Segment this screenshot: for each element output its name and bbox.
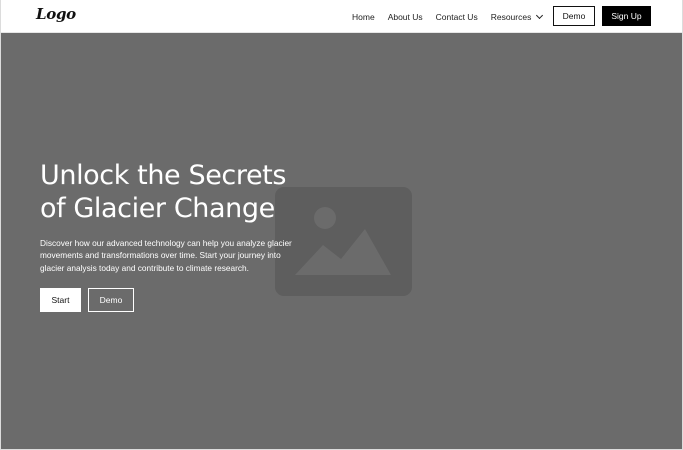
- nav-link-about-us[interactable]: About Us: [388, 12, 423, 22]
- start-button[interactable]: Start: [40, 288, 81, 313]
- hero-title: Unlock the Secrets of Glacier Change: [40, 159, 300, 225]
- hero-title-line-2: of Glacier Change: [40, 193, 275, 224]
- logo[interactable]: Logo: [36, 5, 76, 23]
- nav-link-contact-us[interactable]: Contact Us: [436, 12, 478, 22]
- navbar: Logo Home About Us Contact Us Resources …: [1, 0, 682, 33]
- page: Logo Home About Us Contact Us Resources …: [0, 0, 683, 450]
- chevron-down-icon: [536, 11, 544, 19]
- hero-content: Unlock the Secrets of Glacier Change Dis…: [40, 159, 300, 313]
- nav-resources-dropdown[interactable]: Resources: [490, 11, 544, 22]
- nav-resources-label: Resources: [490, 11, 532, 22]
- sign-up-button[interactable]: Sign Up: [602, 6, 651, 26]
- hero-title-line-1: Unlock the Secrets: [40, 160, 287, 191]
- nav-link-home[interactable]: Home: [352, 12, 375, 22]
- nav-demo-button[interactable]: Demo: [553, 6, 595, 26]
- nav-links: Home About Us Contact Us Resources: [341, 0, 558, 33]
- hero-demo-button[interactable]: Demo: [88, 288, 134, 313]
- hero-section: Unlock the Secrets of Glacier Change Dis…: [1, 33, 682, 449]
- hero-buttons: Start Demo: [40, 288, 300, 313]
- hero-description: Discover how our advanced technology can…: [40, 238, 292, 273]
